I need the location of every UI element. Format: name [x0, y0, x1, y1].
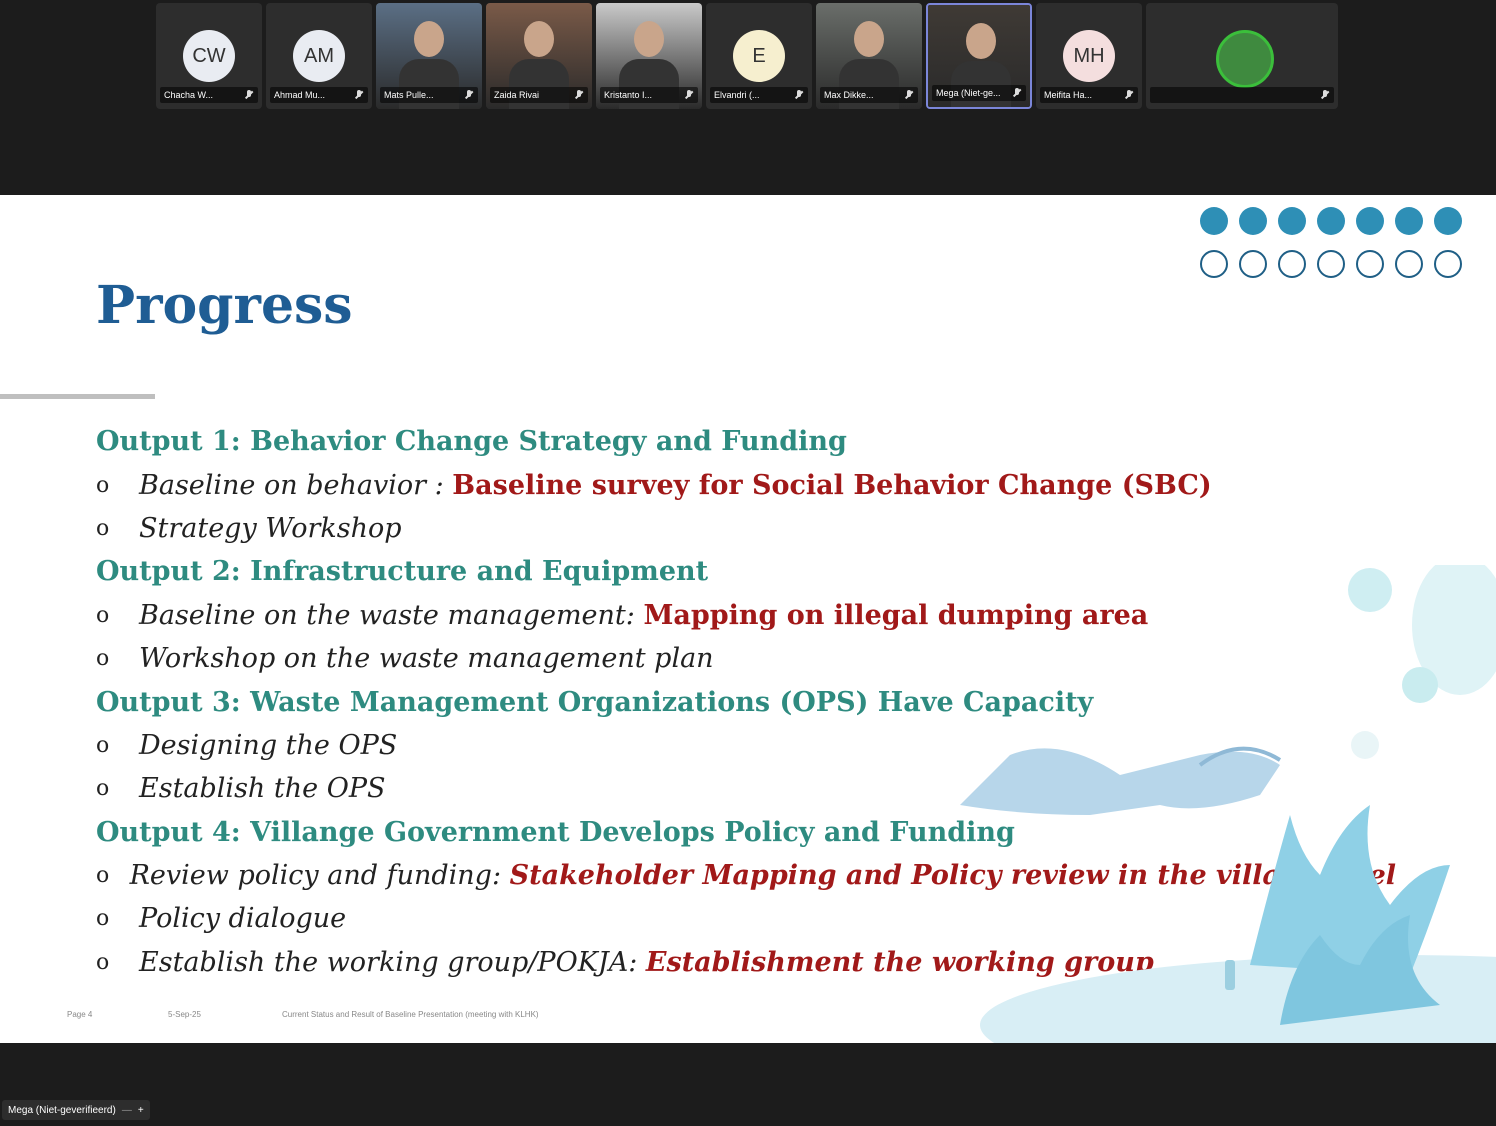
bullet-icon: o	[96, 906, 110, 932]
footer-page: Page 4	[67, 1010, 93, 1019]
bullet-icon: o	[96, 949, 110, 975]
face-shape	[854, 21, 884, 57]
mic-muted-icon	[354, 90, 364, 100]
participant-namebar	[1150, 87, 1334, 103]
participant-tile[interactable]: Mega (Niet-ge...	[926, 3, 1032, 109]
bullet-item: o Baseline on behavior : Baseline survey …	[96, 463, 1396, 506]
bullet-icon: o	[96, 863, 110, 889]
minimize-icon[interactable]: —	[122, 1105, 132, 1116]
ring-dot	[1434, 250, 1462, 278]
participant-namebar: Ahmad Mu...	[270, 87, 368, 103]
bullet-text: Baseline on the waste management:	[139, 599, 644, 631]
expand-icon[interactable]: +	[138, 1105, 144, 1116]
presenter-label[interactable]: Mega (Niet-geverifieerd) — +	[2, 1100, 150, 1120]
participant-strip: CW Chacha W... AM Ahmad Mu... Mats Pulle... Z…	[0, 0, 1496, 195]
mic-muted-icon	[1124, 90, 1134, 100]
mic-muted-icon	[574, 90, 584, 100]
participant-name: Max Dikke...	[824, 90, 874, 100]
mic-muted-icon	[1012, 88, 1022, 98]
title-rule	[0, 394, 155, 399]
bullet-icon: o	[96, 732, 110, 758]
participant-namebar: Zaida Rivai	[490, 87, 588, 103]
participant-namebar: Elvandri (...	[710, 87, 808, 103]
mic-muted-icon	[684, 90, 694, 100]
participant-avatar: MH	[1063, 30, 1115, 82]
filled-dot	[1278, 207, 1306, 235]
participant-tile[interactable]: Max Dikke...	[816, 3, 922, 109]
bullet-text: Establish the OPS	[139, 773, 386, 805]
bullet-text: Workshop on the waste management plan	[139, 643, 714, 675]
ring-dot	[1239, 250, 1267, 278]
participant-namebar: Mega (Niet-ge...	[932, 85, 1026, 101]
bullet-text: Baseline on behavior :	[139, 469, 453, 501]
ring-dot	[1200, 250, 1228, 278]
decorative-dots	[1200, 207, 1462, 293]
participant-namebar: Mats Pulle...	[380, 87, 478, 103]
filled-dot	[1395, 207, 1423, 235]
participant-name: Ahmad Mu...	[274, 90, 326, 100]
ring-dot	[1356, 250, 1384, 278]
participant-avatar: AM	[293, 30, 345, 82]
mic-muted-icon	[794, 90, 804, 100]
bullet-icon: o	[96, 472, 110, 498]
face-shape	[634, 21, 664, 57]
participant-tile[interactable]: AM Ahmad Mu...	[266, 3, 372, 109]
participant-namebar: Meifita Ha...	[1040, 87, 1138, 103]
filled-dot	[1239, 207, 1267, 235]
participant-tile[interactable]: E Elvandri (...	[706, 3, 812, 109]
participant-namebar: Chacha W...	[160, 87, 258, 103]
participant-namebar: Max Dikke...	[820, 87, 918, 103]
footer-date: 5-Sep-25	[168, 1010, 201, 1019]
shared-slide: Progress Output 1: Behavior Change Strat…	[0, 195, 1496, 1043]
mic-muted-icon	[464, 90, 474, 100]
filled-dot	[1200, 207, 1228, 235]
participant-avatar: CW	[183, 30, 235, 82]
filled-dot	[1356, 207, 1384, 235]
mic-muted-icon	[904, 90, 914, 100]
bullet-icon: o	[96, 776, 110, 802]
face-shape	[524, 21, 554, 57]
participant-namebar: Kristanto I...	[600, 87, 698, 103]
mic-muted-icon	[244, 90, 254, 100]
participant-name: Mega (Niet-ge...	[936, 88, 1001, 98]
bullet-icon: o	[96, 646, 110, 672]
participant-tile[interactable]: Zaida Rivai	[486, 3, 592, 109]
bullet-highlight: Baseline survey for Social Behavior Chan…	[452, 469, 1212, 501]
bullet-text: Establish the working group/POKJA:	[139, 946, 646, 978]
presenter-name: Mega (Niet-geverifieerd)	[8, 1104, 116, 1116]
diver-coral-illustration	[960, 565, 1496, 1043]
mic-muted-icon	[1320, 90, 1330, 100]
participant-name: Kristanto I...	[604, 90, 653, 100]
bullet-text: Designing the OPS	[139, 729, 398, 761]
participant-name: Chacha W...	[164, 90, 214, 100]
filled-dot	[1317, 207, 1345, 235]
face-shape	[966, 23, 996, 59]
output-heading: Output 1: Behavior Change Strategy and F…	[96, 426, 847, 458]
bullet-text: Review policy and funding:	[129, 860, 510, 892]
bullet-icon: o	[96, 515, 110, 541]
filled-dot	[1434, 207, 1462, 235]
participant-tile[interactable]: Mats Pulle...	[376, 3, 482, 109]
participant-tile[interactable]: Kristanto I...	[596, 3, 702, 109]
bullet-text: Strategy Workshop	[139, 512, 402, 544]
participant-name: Elvandri (...	[714, 90, 760, 100]
participant-avatar: E	[733, 30, 785, 82]
bullet-item: o Strategy Workshop	[96, 507, 1396, 550]
slide-title: Progress	[96, 275, 353, 336]
footer-caption: Current Status and Result of Baseline Pr…	[282, 1010, 539, 1019]
bullet-icon: o	[96, 602, 110, 628]
bullet-text: Policy dialogue	[139, 903, 347, 935]
participant-avatar	[1216, 30, 1274, 88]
face-shape	[414, 21, 444, 57]
ring-dot	[1317, 250, 1345, 278]
ring-dot	[1395, 250, 1423, 278]
participant-name: Meifita Ha...	[1044, 90, 1093, 100]
participant-tile[interactable]: CW Chacha W...	[156, 3, 262, 109]
participant-tile[interactable]: MH Meifita Ha...	[1036, 3, 1142, 109]
participant-name: Mats Pulle...	[384, 90, 434, 100]
ring-dot	[1278, 250, 1306, 278]
participant-name: Zaida Rivai	[494, 90, 540, 100]
participant-tile[interactable]	[1146, 3, 1338, 109]
